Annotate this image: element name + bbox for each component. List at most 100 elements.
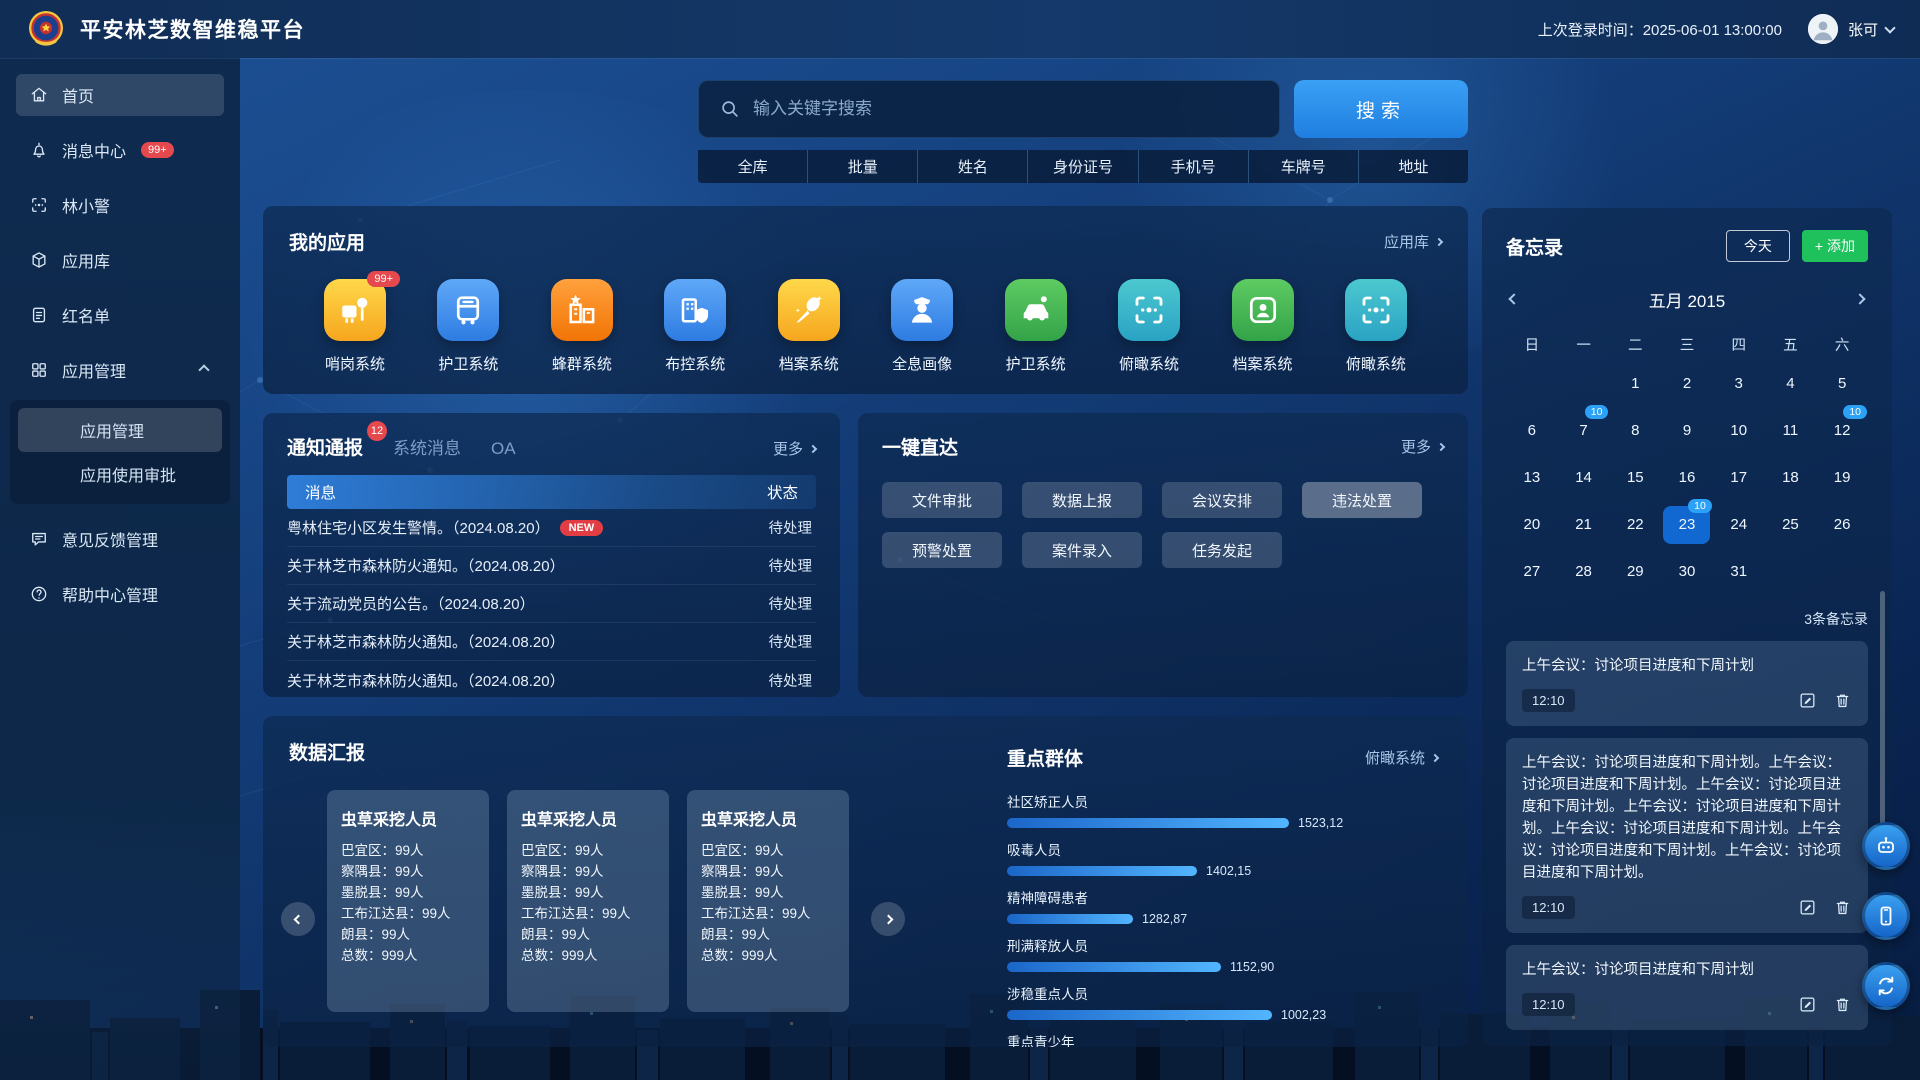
calendar-day-7[interactable]: 710 [1558, 407, 1610, 454]
today-button[interactable]: 今天 [1726, 230, 1790, 262]
calendar-day-25[interactable]: 25 [1765, 501, 1817, 548]
calendar-day-12[interactable]: 1210 [1816, 407, 1868, 454]
calendar-day-8[interactable]: 8 [1609, 407, 1661, 454]
sidebar-subitem-0[interactable]: 应用管理 [18, 408, 222, 452]
calendar-day-30[interactable]: 30 [1661, 548, 1713, 595]
carousel-next-button[interactable] [871, 902, 905, 936]
notice-row-3[interactable]: 关于林芝市森林防火通知。（2024.08.20）待处理 [287, 623, 816, 661]
delete-memo-icon[interactable] [1833, 898, 1852, 917]
notice-row-0[interactable]: 粤林住宅小区发生警情。（2024.08.20）NEW待处理 [287, 509, 816, 547]
sidebar-item-police[interactable]: 林小警 [16, 184, 224, 226]
app-item-9[interactable]: 俯瞰系统 [1326, 279, 1426, 374]
calendar-day-16[interactable]: 16 [1661, 454, 1713, 501]
quick-button-1[interactable]: 数据上报 [1022, 482, 1142, 518]
sidebar-item-home[interactable]: 首页 [16, 74, 224, 116]
sidebar-item-redlist[interactable]: 红名单 [16, 294, 224, 336]
delete-memo-icon[interactable] [1833, 995, 1852, 1014]
edit-memo-icon[interactable] [1798, 995, 1817, 1014]
calendar-day-5[interactable]: 5 [1816, 360, 1868, 407]
search-filter-tab-6[interactable]: 地址 [1359, 150, 1468, 183]
app-item-3[interactable]: 布控系统 [645, 279, 745, 374]
calendar-day-22[interactable]: 22 [1609, 501, 1661, 548]
notice-row-4[interactable]: 关于林芝市森林防火通知。（2024.08.20）待处理 [287, 661, 816, 697]
quick-button-3[interactable]: 违法处置 [1302, 482, 1422, 518]
sidebar-item-message[interactable]: 消息中心99+ [16, 129, 224, 171]
app-library-link[interactable]: 应用库 [1384, 231, 1442, 252]
chevron-down-icon[interactable] [1884, 22, 1895, 33]
overview-system-link[interactable]: 俯瞰系统 [1365, 747, 1438, 768]
add-memo-button[interactable]: + 添加 [1802, 230, 1868, 262]
calendar-day-20[interactable]: 20 [1506, 501, 1558, 548]
report-card-2[interactable]: 虫草采挖人员巴宜区：99人察隅县：99人墨脱县：99人工布江达县：99人朗县：9… [687, 790, 849, 1012]
calendar-day-27[interactable]: 27 [1506, 548, 1558, 595]
edit-memo-icon[interactable] [1798, 898, 1817, 917]
calendar-next-month-button[interactable] [1852, 286, 1868, 312]
search-button[interactable]: 搜索 [1294, 80, 1468, 138]
app-item-0[interactable]: 99+哨岗系统 [305, 279, 405, 374]
calendar-day-9[interactable]: 9 [1661, 407, 1713, 454]
notice-row-2[interactable]: 关于流动党员的公告。（2024.08.20）待处理 [287, 585, 816, 623]
user-name[interactable]: 张可 [1848, 19, 1878, 40]
tab-system-messages[interactable]: 系统消息 [393, 434, 461, 459]
quick-button-5[interactable]: 案件录入 [1022, 532, 1142, 568]
report-card-0[interactable]: 虫草采挖人员巴宜区：99人察隅县：99人墨脱县：99人工布江达县：99人朗县：9… [327, 790, 489, 1012]
calendar-day-1[interactable]: 1 [1609, 360, 1661, 407]
calendar-day-19[interactable]: 19 [1816, 454, 1868, 501]
app-item-7[interactable]: 俯瞰系统 [1099, 279, 1199, 374]
quick-access-more-link[interactable]: 更多 [1401, 436, 1444, 457]
sidebar-subitem-1[interactable]: 应用使用审批 [18, 452, 222, 496]
app-item-4[interactable]: 档案系统 [759, 279, 859, 374]
memo-scrollbar[interactable] [1880, 591, 1885, 857]
calendar-day-10[interactable]: 10 [1713, 407, 1765, 454]
quick-button-6[interactable]: 任务发起 [1162, 532, 1282, 568]
search-filter-tab-3[interactable]: 身份证号 [1028, 150, 1138, 183]
calendar-day-21[interactable]: 21 [1558, 501, 1610, 548]
sync-float-button[interactable] [1862, 962, 1910, 1010]
calendar-day-17[interactable]: 17 [1713, 454, 1765, 501]
edit-memo-icon[interactable] [1798, 691, 1817, 710]
sidebar-item-feedback[interactable]: 意见反馈管理 [16, 518, 224, 560]
calendar-day-6[interactable]: 6 [1506, 407, 1558, 454]
calendar-day-29[interactable]: 29 [1609, 548, 1661, 595]
calendar-day-18[interactable]: 18 [1765, 454, 1817, 501]
calendar-day-2[interactable]: 2 [1661, 360, 1713, 407]
calendar-day-4[interactable]: 4 [1765, 360, 1817, 407]
search-input[interactable] [753, 99, 1259, 119]
app-item-5[interactable]: 全息画像 [872, 279, 972, 374]
calendar-day-14[interactable]: 14 [1558, 454, 1610, 501]
app-item-2[interactable]: 蜂群系统 [532, 279, 632, 374]
avatar[interactable] [1808, 14, 1838, 44]
calendar-day-24[interactable]: 24 [1713, 501, 1765, 548]
notices-more-link[interactable]: 更多 [773, 438, 816, 459]
robot-float-button[interactable] [1862, 822, 1910, 870]
tab-notices[interactable]: 通知通报 12 [287, 433, 363, 460]
quick-button-2[interactable]: 会议安排 [1162, 482, 1282, 518]
search-filter-tab-0[interactable]: 全库 [698, 150, 808, 183]
tab-oa[interactable]: OA [491, 439, 516, 459]
sidebar-item-help[interactable]: 帮助中心管理 [16, 573, 224, 615]
carousel-prev-button[interactable] [281, 902, 315, 936]
sidebar-item-applib[interactable]: 应用库 [16, 239, 224, 281]
search-filter-tab-2[interactable]: 姓名 [918, 150, 1028, 183]
app-item-8[interactable]: 档案系统 [1213, 279, 1313, 374]
app-item-6[interactable]: 护卫系统 [986, 279, 1086, 374]
calendar-prev-month-button[interactable] [1506, 286, 1522, 312]
sidebar-item-appmgmt[interactable]: 应用管理 [16, 349, 224, 391]
calendar-day-31[interactable]: 31 [1713, 548, 1765, 595]
calendar-day-28[interactable]: 28 [1558, 548, 1610, 595]
calendar-day-3[interactable]: 3 [1713, 360, 1765, 407]
report-card-1[interactable]: 虫草采挖人员巴宜区：99人察隅县：99人墨脱县：99人工布江达县：99人朗县：9… [507, 790, 669, 1012]
search-filter-tab-5[interactable]: 车牌号 [1249, 150, 1359, 183]
calendar-day-23[interactable]: 2310 [1661, 501, 1713, 548]
delete-memo-icon[interactable] [1833, 691, 1852, 710]
calendar-day-26[interactable]: 26 [1816, 501, 1868, 548]
phone-float-button[interactable] [1862, 892, 1910, 940]
quick-button-4[interactable]: 预警处置 [882, 532, 1002, 568]
app-item-1[interactable]: 护卫系统 [418, 279, 518, 374]
calendar-day-15[interactable]: 15 [1609, 454, 1661, 501]
search-filter-tab-4[interactable]: 手机号 [1139, 150, 1249, 183]
quick-button-0[interactable]: 文件审批 [882, 482, 1002, 518]
calendar-day-13[interactable]: 13 [1506, 454, 1558, 501]
notice-row-1[interactable]: 关于林芝市森林防火通知。（2024.08.20）待处理 [287, 547, 816, 585]
search-filter-tab-1[interactable]: 批量 [808, 150, 918, 183]
